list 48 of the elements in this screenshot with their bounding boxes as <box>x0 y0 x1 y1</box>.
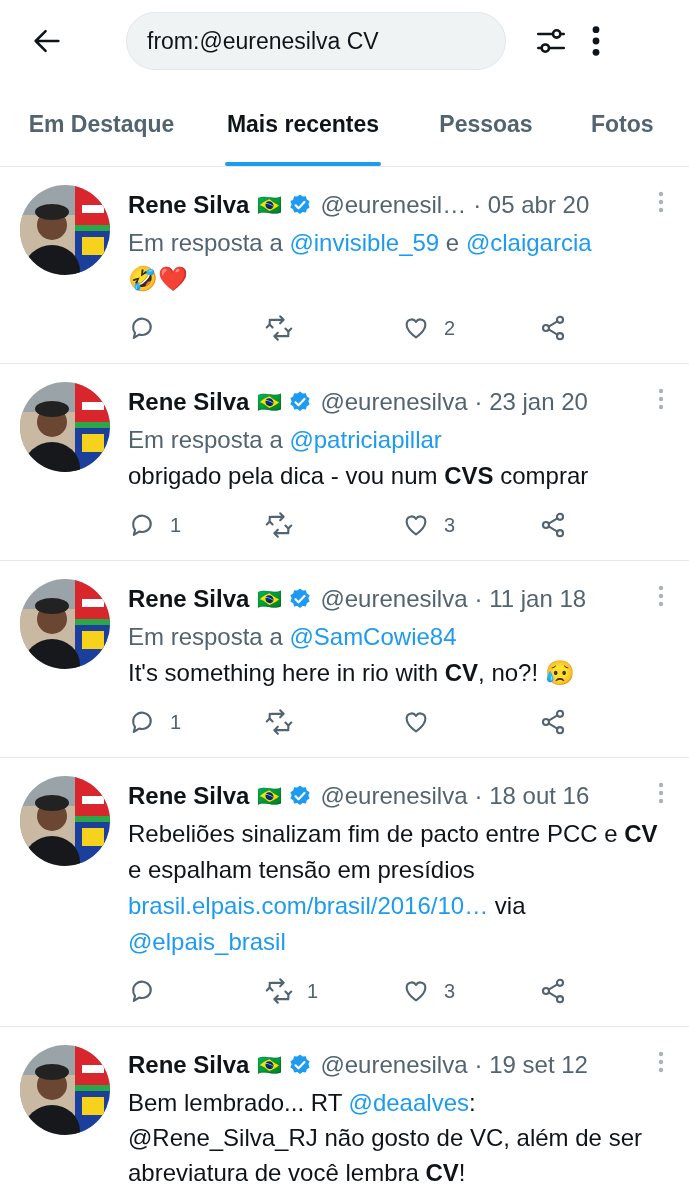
count: 1 <box>170 513 182 537</box>
tab[interactable]: Em Destaque <box>0 82 204 166</box>
tweet-text: It's something here in rio with CV, no?! 😥 <box>128 658 576 688</box>
user-name[interactable]: Rene Silva <box>128 585 250 613</box>
count: 2 <box>444 316 456 340</box>
count: 3 <box>444 513 456 537</box>
tab[interactable]: Mais recentes <box>204 82 402 166</box>
share-icon[interactable] <box>539 511 567 539</box>
share-icon[interactable] <box>539 708 567 736</box>
search-field[interactable]: from:@eurenesilva CV <box>126 12 506 70</box>
user-handle[interactable]: @eurenesilva <box>320 585 468 613</box>
tweet-date: · 11 jan 18 <box>474 585 587 613</box>
flag-emoji: 🇧🇷 <box>257 587 283 611</box>
reply-context: Em resposta a @SamCowie84 <box>128 622 458 652</box>
retweet-icon[interactable] <box>265 511 293 539</box>
tweet-date: · 19 set 12 <box>474 1051 588 1079</box>
user-name[interactable]: Rene Silva <box>128 388 250 416</box>
tweet-text: Rebeliões sinalizam fim de pacto entre PCC e CV e espalham tensão em presídios brasil.elpais.com/brasil/2016/10… via @elpais_brasil <box>128 819 659 957</box>
retweet-icon[interactable] <box>265 314 293 342</box>
flag-emoji: 🇧🇷 <box>257 390 283 414</box>
count: 1 <box>170 710 182 734</box>
tweet-text: Bem lembrado... RT @deaalves: @Rene_Silva_RJ não gosto de VC, além de ser abreviatura de você lembra CV! <box>128 1088 643 1188</box>
tab[interactable]: Pessoas <box>402 82 570 166</box>
user-name[interactable]: Rene Silva <box>128 782 250 810</box>
user-handle[interactable]: @eurenesilva <box>320 1051 468 1079</box>
reply-context: Em resposta a @patriciapillar <box>128 425 443 455</box>
tab[interactable]: Fotos <box>570 82 675 166</box>
retweet-icon[interactable] <box>265 708 293 736</box>
user-handle[interactable]: @eurenesilva <box>320 782 468 810</box>
more-icon[interactable] <box>590 24 602 58</box>
tweet-text: 🤣❤ <box>128 264 189 294</box>
user-name[interactable]: Rene Silva <box>128 1051 250 1079</box>
flag-emoji: 🇧🇷 <box>257 784 283 808</box>
tweet-text: obrigado pela dica - vou num CVS comprar <box>128 461 590 491</box>
flag-emoji: 🇧🇷 <box>257 193 283 217</box>
reply-context: Em resposta a @invisible_59 e @claigarcia <box>128 228 593 258</box>
user-name[interactable]: Rene Silva <box>128 191 250 219</box>
user-handle[interactable]: @eurenesilva <box>320 388 468 416</box>
retweet-icon[interactable] <box>265 977 293 1005</box>
share-icon[interactable] <box>539 977 567 1005</box>
count: 1 <box>307 979 319 1003</box>
flag-emoji: 🇧🇷 <box>257 1053 283 1077</box>
tweet-date: · 05 abr 20 <box>473 191 590 219</box>
tweet-date: · 18 out 16 <box>474 782 590 810</box>
user-handle[interactable]: @eurenesil… <box>320 191 467 219</box>
tweet-date: · 23 jan 20 <box>474 388 588 416</box>
count: 3 <box>444 979 456 1003</box>
share-icon[interactable] <box>539 314 567 342</box>
